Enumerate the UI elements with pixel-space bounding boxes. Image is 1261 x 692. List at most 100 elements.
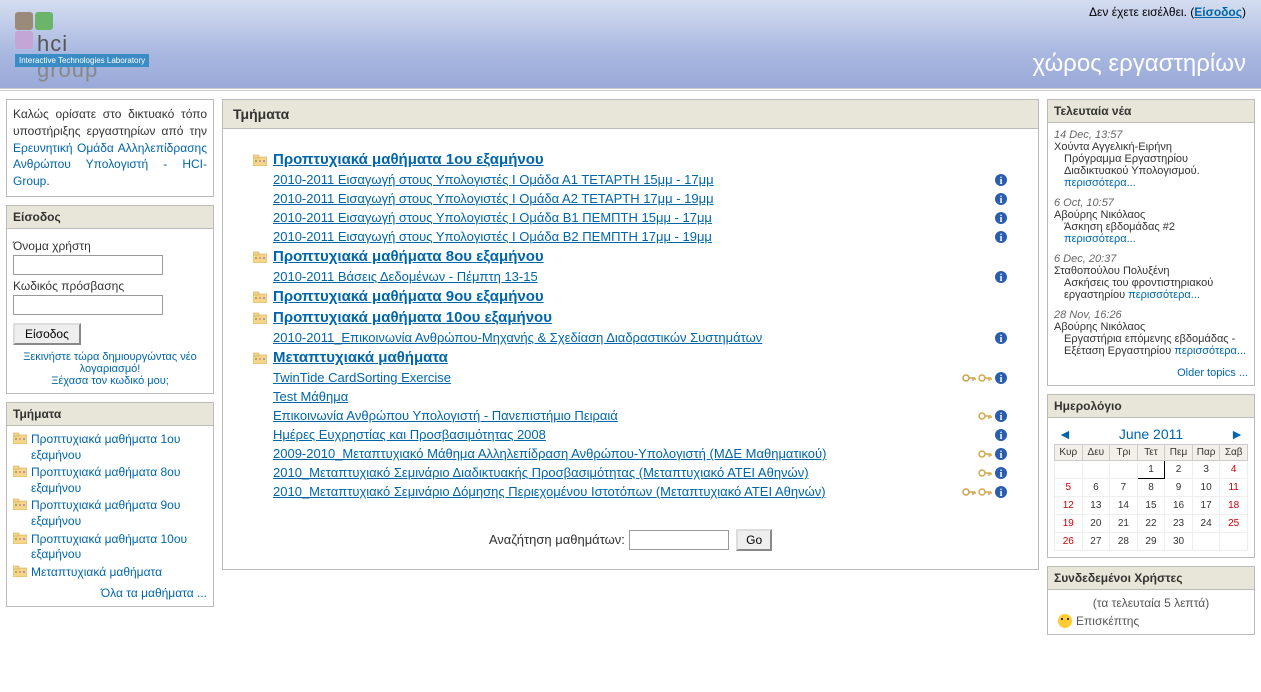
category-link[interactable]: Προπτυχιακά μαθήματα 1ου εξαμήνου [273, 151, 544, 168]
calendar-day[interactable]: 5 [1055, 479, 1083, 497]
course-link[interactable]: 2010-2011_Επικοινωνία Ανθρώπου-Μηχανής &… [273, 330, 762, 345]
calendar-day[interactable]: 16 [1165, 497, 1193, 515]
search-button[interactable]: Go [736, 529, 772, 551]
calendar-day[interactable]: 14 [1110, 497, 1138, 515]
calendar-day[interactable]: 21 [1110, 515, 1138, 533]
hci-group-link[interactable]: Ερευνητική Ομάδα Αλληλεπίδρασης Ανθρώπου… [13, 141, 207, 189]
course-link[interactable]: 2010-2011 Εισαγωγή στους Υπολογιστές I Ο… [273, 210, 712, 225]
sidebar-category-item[interactable]: Μεταπτυχιακά μαθήματα [13, 565, 207, 581]
folder-icon [253, 352, 267, 364]
forgot-password-link[interactable]: Ξέχασα τον κωδικό μου; [13, 375, 207, 387]
news-more-link[interactable]: περισσότερα... [1174, 345, 1246, 357]
all-courses-link[interactable]: Όλα τα μαθήματα ... [101, 586, 207, 600]
calendar-day[interactable]: 1 [1137, 461, 1165, 479]
course-row: 2010-2011 Εισαγωγή στους Υπολογιστές I Ο… [253, 229, 1008, 244]
calendar-day[interactable]: 25 [1220, 515, 1248, 533]
folder-icon [13, 432, 27, 444]
info-icon[interactable]: i [994, 331, 1008, 345]
calendar-day[interactable]: 18 [1220, 497, 1248, 515]
calendar-day[interactable]: 15 [1137, 497, 1165, 515]
logo[interactable]: hcigroup Interactive Technologies Labora… [15, 12, 149, 67]
folder-icon [253, 154, 267, 166]
sidebar-category-link[interactable]: Προπτυχιακά μαθήματα 1ου εξαμήνου [31, 432, 207, 463]
calendar-day[interactable]: 11 [1220, 479, 1248, 497]
calendar-next[interactable]: ► [1230, 426, 1244, 442]
category-link[interactable]: Προπτυχιακά μαθήματα 8ου εξαμήνου [273, 248, 544, 265]
username-input[interactable] [13, 255, 163, 275]
calendar-day [1110, 461, 1138, 479]
calendar-day[interactable]: 9 [1165, 479, 1193, 497]
calendar-day[interactable]: 19 [1055, 515, 1083, 533]
sidebar-category-link[interactable]: Προπτυχιακά μαθήματα 10ου εξαμήνου [31, 532, 207, 563]
sidebar-category-link[interactable]: Προπτυχιακά μαθήματα 9ου εξαμήνου [31, 498, 207, 529]
info-icon[interactable]: i [994, 466, 1008, 480]
category-link[interactable]: Μεταπτυχιακά μαθήματα [273, 349, 448, 366]
calendar-day[interactable]: 3 [1192, 461, 1220, 479]
info-icon[interactable]: i [994, 192, 1008, 206]
category-link[interactable]: Προπτυχιακά μαθήματα 10ου εξαμήνου [273, 309, 552, 326]
course-link[interactable]: Ημέρες Ευχρηστίας και Προσβασιμότητας 20… [273, 427, 546, 442]
info-icon[interactable]: i [994, 173, 1008, 187]
calendar-day[interactable]: 4 [1220, 461, 1248, 479]
calendar-day[interactable]: 30 [1165, 533, 1193, 551]
sidebar-category-item[interactable]: Προπτυχιακά μαθήματα 1ου εξαμήνου [13, 432, 207, 463]
news-more-link[interactable]: περισσότερα... [1128, 289, 1200, 301]
login-status: Δεν έχετε εισέλθει. (Είσοδος) [1089, 5, 1246, 19]
calendar-day[interactable]: 13 [1082, 497, 1110, 515]
info-icon[interactable]: i [994, 447, 1008, 461]
news-date: 14 Dec, 13:57 [1054, 129, 1248, 141]
info-icon[interactable]: i [994, 270, 1008, 284]
course-link[interactable]: 2009-2010_Μεταπτυχιακό Μάθημα Αλληλεπίδρ… [273, 446, 826, 461]
news-more-link[interactable]: περισσότερα... [1064, 177, 1136, 189]
calendar-day[interactable]: 23 [1165, 515, 1193, 533]
calendar-day[interactable]: 6 [1082, 479, 1110, 497]
calendar-day[interactable]: 8 [1137, 479, 1165, 497]
news-more-link[interactable]: περισσότερα... [1064, 233, 1136, 245]
login-link[interactable]: Είσοδος [1194, 5, 1242, 19]
course-link[interactable]: Test Μάθημα [273, 389, 348, 404]
calendar-day[interactable]: 27 [1082, 533, 1110, 551]
calendar-day[interactable]: 7 [1110, 479, 1138, 497]
calendar-day[interactable]: 20 [1082, 515, 1110, 533]
login-button[interactable]: Είσοδος [13, 323, 81, 345]
news-date: 28 Nov, 16:26 [1054, 309, 1248, 321]
calendar-day[interactable]: 10 [1192, 479, 1220, 497]
course-link[interactable]: 2010-2011 Εισαγωγή στους Υπολογιστές I Ο… [273, 172, 714, 187]
sidebar-category-item[interactable]: Προπτυχιακά μαθήματα 8ου εξαμήνου [13, 465, 207, 496]
course-link[interactable]: 2010_Μεταπτυχιακό Σεμινάριο Διαδικτυακής… [273, 465, 809, 480]
online-users-title: Συνδεδεμένοι Χρήστες [1048, 567, 1254, 590]
course-link[interactable]: 2010-2011 Εισαγωγή στους Υπολογιστές I Ο… [273, 191, 714, 206]
course-link[interactable]: 2010_Μεταπτυχιακό Σεμινάριο Δόμησης Περι… [273, 484, 826, 499]
category-row: Προπτυχιακά μαθήματα 9ου εξαμήνου [253, 288, 1008, 305]
password-input[interactable] [13, 295, 163, 315]
sidebar-category-link[interactable]: Μεταπτυχιακά μαθήματα [31, 565, 162, 581]
calendar-prev[interactable]: ◄ [1058, 426, 1072, 442]
search-input[interactable] [629, 530, 729, 550]
calendar-day[interactable]: 24 [1192, 515, 1220, 533]
calendar-day[interactable]: 28 [1110, 533, 1138, 551]
sidebar-category-item[interactable]: Προπτυχιακά μαθήματα 10ου εξαμήνου [13, 532, 207, 563]
calendar-month[interactable]: June 2011 [1119, 426, 1183, 442]
svg-text:i: i [1000, 273, 1003, 284]
info-icon[interactable]: i [994, 211, 1008, 225]
info-icon[interactable]: i [994, 409, 1008, 423]
course-link[interactable]: 2010-2011 Βάσεις Δεδομένων - Πέμπτη 13-1… [273, 269, 538, 284]
course-link[interactable]: 2010-2011 Εισαγωγή στους Υπολογιστές I Ο… [273, 229, 712, 244]
category-link[interactable]: Προπτυχιακά μαθήματα 9ου εξαμήνου [273, 288, 544, 305]
calendar-day[interactable]: 17 [1192, 497, 1220, 515]
info-icon[interactable]: i [994, 428, 1008, 442]
course-link[interactable]: Επικοινωνία Ανθρώπου Υπολογιστή - Πανεπι… [273, 408, 618, 423]
course-link[interactable]: TwinTide CardSorting Exercise [273, 370, 451, 385]
sidebar-category-link[interactable]: Προπτυχιακά μαθήματα 8ου εξαμήνου [31, 465, 207, 496]
calendar-day[interactable]: 29 [1137, 533, 1165, 551]
calendar-day[interactable]: 26 [1055, 533, 1083, 551]
older-topics-link[interactable]: Older topics ... [1177, 367, 1248, 379]
info-icon[interactable]: i [994, 485, 1008, 499]
calendar-day[interactable]: 12 [1055, 497, 1083, 515]
info-icon[interactable]: i [994, 371, 1008, 385]
info-icon[interactable]: i [994, 230, 1008, 244]
sidebar-category-item[interactable]: Προπτυχιακά μαθήματα 9ου εξαμήνου [13, 498, 207, 529]
calendar-day[interactable]: 22 [1137, 515, 1165, 533]
signup-link[interactable]: Ξεκινήστε τώρα δημιουργώντας νέο λογαρια… [13, 351, 207, 375]
calendar-day[interactable]: 2 [1165, 461, 1193, 479]
